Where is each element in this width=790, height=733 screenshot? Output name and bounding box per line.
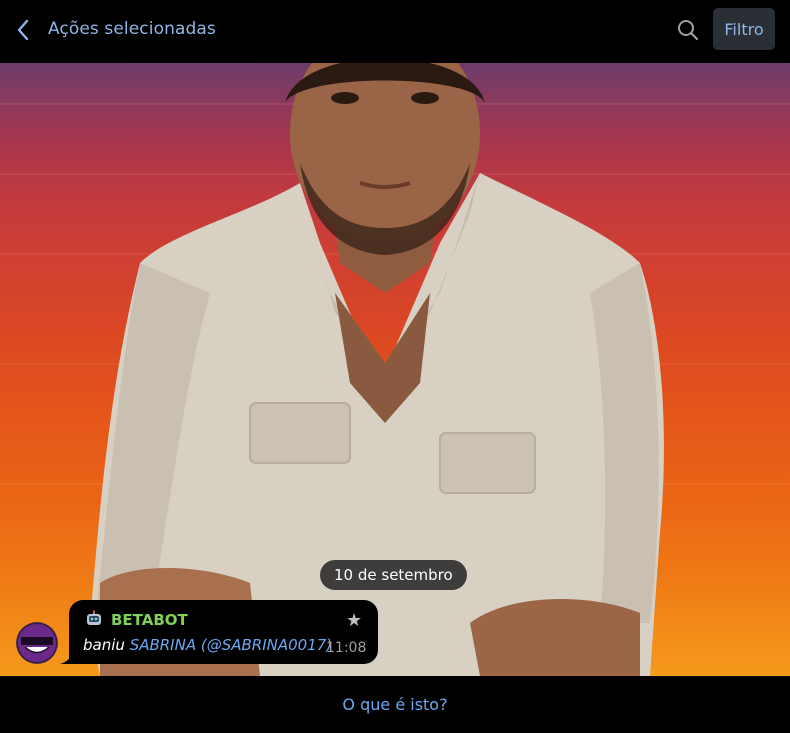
- chat-area: 10 de setembro BETABOT ★ baniu SABRINA (…: [0, 63, 790, 676]
- date-separator: 10 de setembro: [320, 560, 467, 590]
- avatar-face-icon: [16, 622, 58, 664]
- action-text: baniu: [83, 636, 125, 654]
- top-bar: Ações selecionadas Filtro: [0, 0, 790, 63]
- page-title: Ações selecionadas: [48, 19, 216, 39]
- filter-button[interactable]: Filtro: [713, 8, 775, 50]
- avatar[interactable]: [16, 622, 58, 664]
- message-text: baniu SABRINA (@SABRINA0017): [83, 636, 332, 654]
- user-handle-link[interactable]: (@SABRINA0017): [201, 636, 332, 654]
- robot-icon: [87, 610, 101, 625]
- user-name-link[interactable]: SABRINA: [130, 636, 196, 654]
- back-arrow-icon: [17, 19, 29, 41]
- message-time: 11:08: [326, 640, 367, 656]
- back-button[interactable]: [12, 16, 34, 44]
- sender-name[interactable]: BETABOT: [111, 611, 188, 629]
- search-button[interactable]: [676, 18, 700, 42]
- star-icon[interactable]: ★: [346, 610, 362, 631]
- message-bubble[interactable]: BETABOT ★ baniu SABRINA (@SABRINA0017) 1…: [69, 600, 378, 664]
- help-link[interactable]: O que é isto?: [342, 695, 447, 714]
- search-icon: [678, 20, 699, 41]
- bottom-bar: O que é isto?: [0, 676, 790, 733]
